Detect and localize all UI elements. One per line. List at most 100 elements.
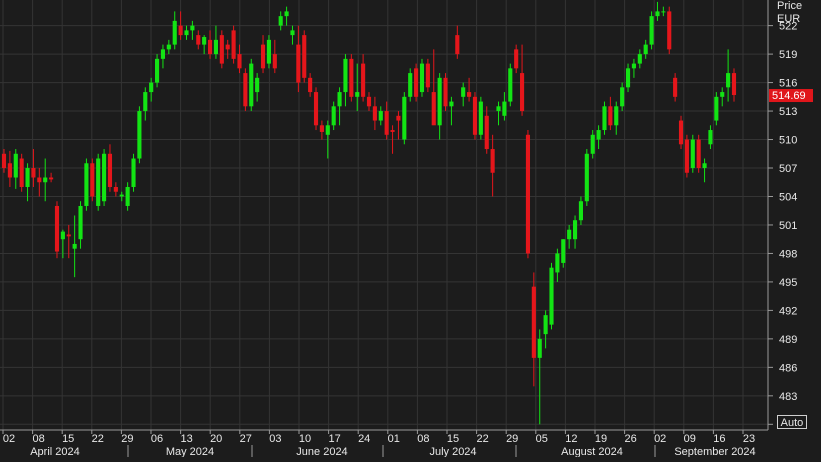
candle-body <box>531 286 536 358</box>
auto-scale-button[interactable]: Auto <box>777 415 807 429</box>
candle[interactable] <box>249 58 254 112</box>
y-tick-label: 510 <box>779 135 797 147</box>
candle[interactable] <box>84 158 89 211</box>
x-tick-label: 15 <box>447 433 459 445</box>
candle-body <box>614 106 619 126</box>
candle[interactable] <box>102 149 107 206</box>
candle[interactable] <box>472 92 478 140</box>
candle[interactable] <box>696 134 701 173</box>
candle-body <box>172 20 177 45</box>
candle[interactable] <box>419 58 425 97</box>
candle[interactable] <box>219 30 224 69</box>
y-tick-label: 504 <box>779 191 797 203</box>
candle-body <box>1 153 7 169</box>
candle-body <box>637 54 642 64</box>
candle-body <box>343 58 348 93</box>
candle-body <box>255 77 260 93</box>
candle-body <box>137 111 142 159</box>
candle-body <box>673 77 678 97</box>
candle[interactable] <box>90 158 95 202</box>
candle-body <box>313 92 319 126</box>
candle[interactable] <box>602 101 607 135</box>
candle[interactable] <box>137 106 142 164</box>
last-price-label: 514.69 <box>772 90 806 102</box>
candle[interactable] <box>302 30 307 83</box>
candle[interactable] <box>155 54 160 88</box>
candle-body <box>443 77 448 107</box>
candle[interactable] <box>402 92 407 145</box>
candle[interactable] <box>478 96 483 140</box>
candle-body <box>225 44 230 50</box>
candle[interactable] <box>667 6 672 55</box>
candle-body <box>731 73 737 96</box>
candle-body <box>31 168 36 178</box>
candle-body <box>107 153 113 187</box>
y-tick-label: 486 <box>779 362 797 374</box>
candle-body <box>125 186 130 206</box>
candle-body <box>549 267 554 325</box>
candle-body <box>414 68 419 97</box>
candle[interactable] <box>408 68 413 102</box>
candle-body <box>84 163 89 206</box>
candle[interactable] <box>266 35 271 69</box>
candle[interactable] <box>525 130 531 259</box>
candle-body <box>478 101 483 135</box>
candle[interactable] <box>349 54 354 102</box>
candle-body <box>396 115 401 121</box>
candle-body <box>455 35 460 55</box>
candle-body <box>66 234 71 237</box>
candle[interactable] <box>549 262 554 330</box>
candle-body <box>484 115 489 150</box>
candle-body <box>266 39 271 64</box>
candle-body <box>667 11 672 50</box>
candle-body <box>207 39 213 55</box>
candle-body <box>278 16 283 26</box>
candle-body <box>402 96 407 140</box>
candle-body <box>390 130 395 132</box>
x-tick-label: 01 <box>388 433 400 445</box>
candle[interactable] <box>443 73 448 112</box>
candle-body <box>78 205 83 240</box>
candle[interactable] <box>54 201 60 259</box>
month-labels: April 2024 May 2024 June 2024 July 2024 Augu… <box>30 445 756 458</box>
candle[interactable] <box>584 149 589 206</box>
candle[interactable] <box>231 25 236 64</box>
candle[interactable] <box>96 153 101 211</box>
candle-body <box>149 82 154 93</box>
candle[interactable] <box>649 11 654 50</box>
plot-area[interactable] <box>0 0 768 430</box>
candle[interactable] <box>243 68 248 112</box>
candle[interactable] <box>690 134 695 173</box>
candle-body <box>308 77 313 93</box>
candle[interactable] <box>414 63 419 102</box>
candle[interactable] <box>714 92 719 126</box>
candle[interactable] <box>425 58 430 93</box>
candle-body <box>331 106 336 126</box>
candle-body <box>572 220 578 240</box>
candle-body <box>90 163 95 197</box>
y-tick-label: 498 <box>779 248 797 260</box>
x-axis-ticks: 02 08 15 22 29 06 13 20 27 03 10 17 24 01 08 15 22 29 05 12… <box>2 430 755 445</box>
candle[interactable] <box>19 153 24 192</box>
x-tick-label: 22 <box>476 433 488 445</box>
candlestick-chart: Price EUR 522519516513510507504501498495… <box>0 0 813 458</box>
month-label: September 2024 <box>674 446 755 457</box>
candle-body <box>520 73 525 112</box>
x-tick-label: 13 <box>180 433 192 445</box>
y-tick-label: 483 <box>779 391 797 403</box>
candle-body <box>555 253 560 273</box>
candle-body <box>231 30 236 59</box>
axis-title-price: Price <box>777 0 802 12</box>
candle[interactable] <box>313 87 319 131</box>
candle-body <box>372 106 377 121</box>
candle[interactable] <box>131 153 136 192</box>
candle-body <box>537 338 542 358</box>
x-tick-label: 12 <box>565 433 577 445</box>
candle[interactable] <box>508 63 513 107</box>
candle[interactable] <box>678 115 684 150</box>
candle-body <box>678 120 684 145</box>
candle[interactable] <box>684 134 689 178</box>
candle-body <box>243 73 248 107</box>
candle-body <box>696 139 701 169</box>
x-tick-label: 20 <box>210 433 222 445</box>
